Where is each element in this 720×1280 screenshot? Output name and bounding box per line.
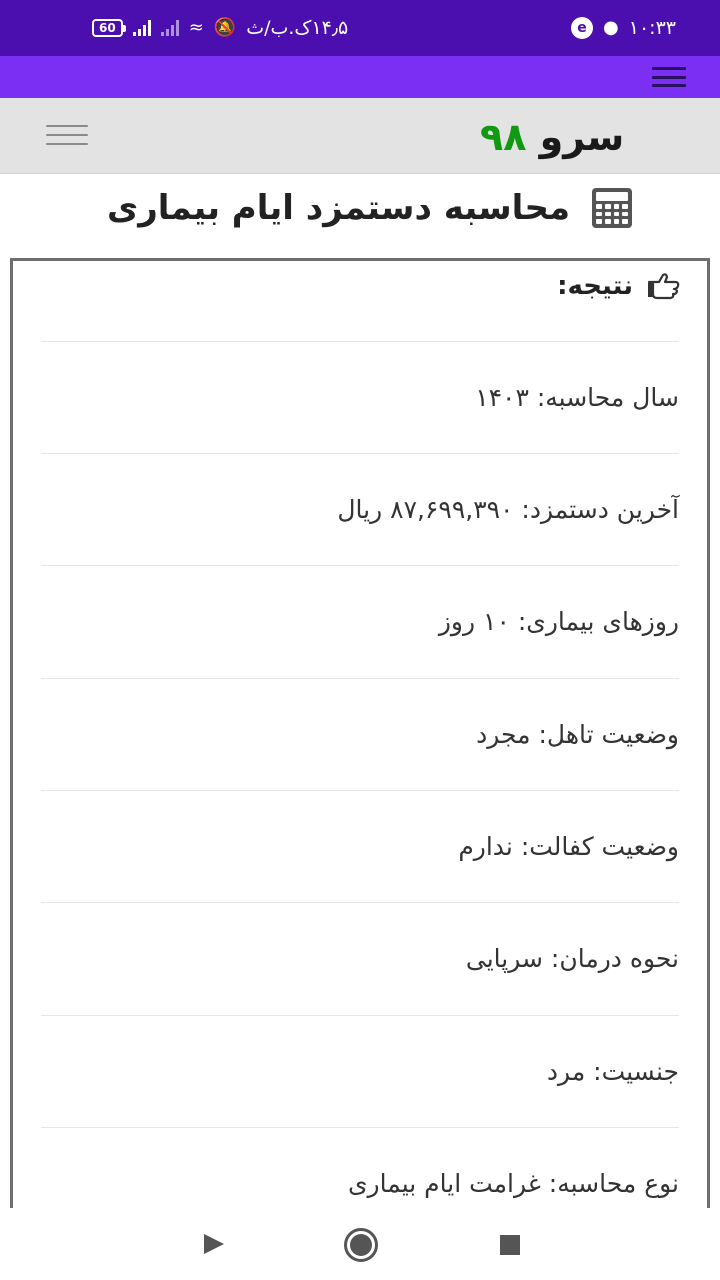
mute-icon: 🔕 (213, 17, 237, 38)
status-bar: 60 ≈ 🔕 ۱۴٫۵ک.ب/ث e ● ۱۰:۳۳ (0, 0, 720, 56)
signal-icon (160, 20, 179, 36)
home-icon[interactable] (344, 1228, 378, 1262)
top-nav-bar (0, 56, 720, 98)
signal-icon (132, 20, 151, 36)
result-row-calculation-type: نوع محاسبه: غرامت ایام بیماری (41, 1127, 679, 1218)
result-row-dependents: وضعیت کفالت: ندارم (41, 790, 679, 902)
result-row-year: سال محاسبه: ۱۴۰۳ (41, 341, 679, 453)
status-right: e ● ۱۰:۳۳ (571, 17, 676, 39)
battery-icon: 60 (92, 19, 126, 37)
hamburger-menu-icon[interactable] (46, 125, 88, 145)
site-logo[interactable]: سرو ۹۸ (480, 114, 624, 160)
result-row-sick-days: روزهای بیماری: ۱۰ روز (41, 565, 679, 677)
result-row-treatment: نحوه درمان: سرپایی (41, 902, 679, 1014)
calculator-icon (592, 188, 632, 228)
result-card: نتیجه: سال محاسبه: ۱۴۰۳ آخرین دستمزد: ۸۷… (10, 258, 710, 1218)
site-header: سرو ۹۸ (0, 98, 720, 174)
app-notification-icon: e (571, 17, 594, 39)
hand-pointing-icon (647, 272, 681, 300)
android-nav-bar (0, 1208, 720, 1280)
logo-number: ۹۸ (480, 115, 527, 159)
logo-word: سرو (539, 115, 625, 159)
back-icon[interactable] (204, 1234, 224, 1254)
wifi-icon: ≈ (188, 17, 204, 38)
page-title: محاسبه دستمزد ایام بیماری (107, 188, 570, 228)
result-row-gender: جنسیت: مرد (41, 1015, 679, 1127)
result-header: نتیجه: (557, 271, 681, 301)
result-row-marital-status: وضعیت تاهل: مجرد (41, 678, 679, 790)
status-time: ۱۰:۳۳ (628, 17, 676, 39)
result-heading: نتیجه: (557, 271, 633, 301)
network-speed: ۱۴٫۵ک.ب/ث (246, 17, 349, 39)
menu-icon[interactable] (652, 67, 686, 87)
result-row-last-wage: آخرین دستمزد: ۸۷,۶۹۹,۳۹۰ ریال (41, 453, 679, 565)
app-notification-icon: ● (603, 17, 619, 38)
page-title-block: محاسبه دستمزد ایام بیماری (107, 180, 632, 236)
recent-apps-icon[interactable] (500, 1235, 520, 1255)
status-left: 60 ≈ 🔕 ۱۴٫۵ک.ب/ث (92, 17, 348, 39)
